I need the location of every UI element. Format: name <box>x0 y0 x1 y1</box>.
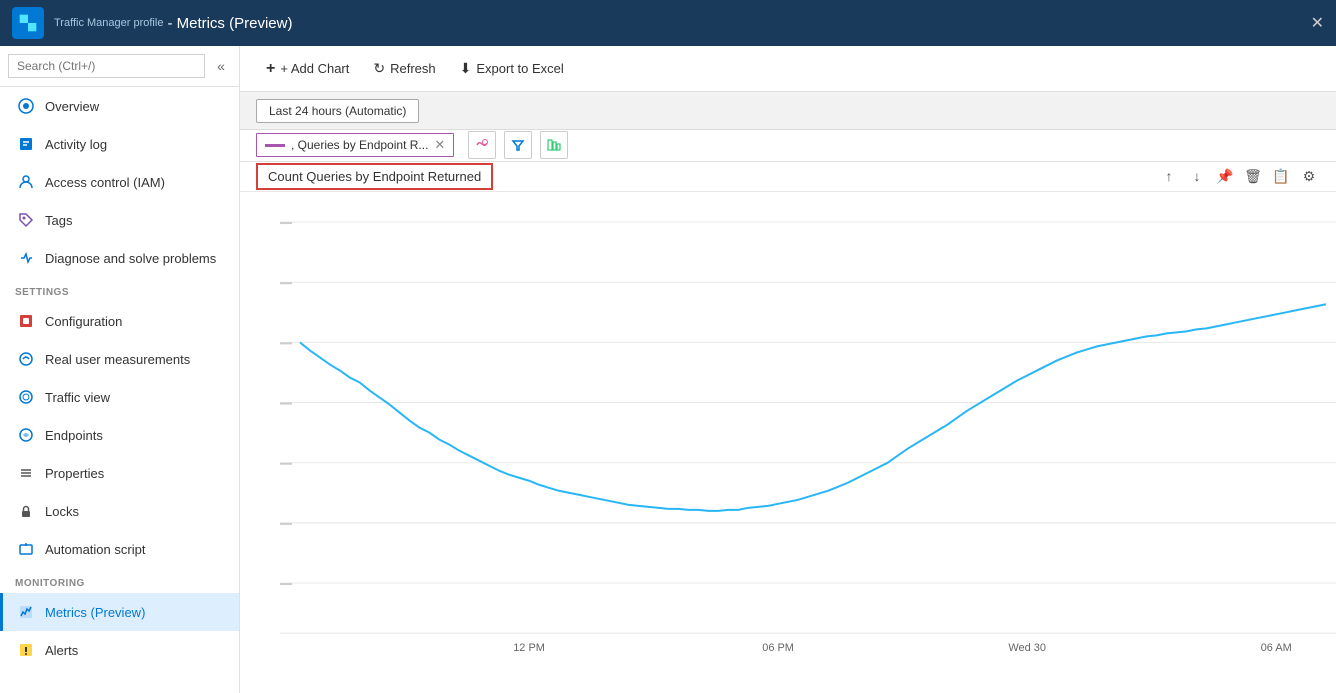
add-metric-button[interactable] <box>468 131 496 159</box>
tags-icon <box>15 209 37 231</box>
sidebar-item-metrics-preview[interactable]: Metrics (Preview) <box>0 593 239 631</box>
chart-title-bar: Count Queries by Endpoint Returned ↑ ↓ 📌… <box>240 162 1336 192</box>
time-range-bar: Last 24 hours (Automatic) <box>240 92 1336 130</box>
add-chart-label: + Add Chart <box>280 61 349 76</box>
metric-color-line <box>265 144 285 147</box>
svg-text:06 AM: 06 AM <box>1261 642 1292 654</box>
time-range-button[interactable]: Last 24 hours (Automatic) <box>256 99 419 123</box>
sidebar-item-automation[interactable]: Automation script <box>0 530 239 568</box>
sidebar-scroll: Overview Activity log Access control (IA… <box>0 87 239 693</box>
refresh-button[interactable]: ↻ Refresh <box>363 54 445 83</box>
sidebar-label-properties: Properties <box>45 466 104 481</box>
chart-area: , Queries by Endpoint R... ✕ Count Queri… <box>240 130 1336 693</box>
export-label: Export to Excel <box>476 61 563 76</box>
chart-title-actions: ↑ ↓ 📌 🗑 📋 ⚙ <box>1158 165 1320 187</box>
export-icon: ⬇ <box>460 60 472 77</box>
metric-tag-label: , Queries by Endpoint R... <box>291 138 428 152</box>
endpoints-icon <box>15 424 37 446</box>
sidebar-item-access-control[interactable]: Access control (IAM) <box>0 163 239 201</box>
rum-icon <box>15 348 37 370</box>
sidebar-label-tags: Tags <box>45 213 72 228</box>
topbar: Traffic Manager profile - Metrics (Previ… <box>0 0 1336 46</box>
svg-text:12 PM: 12 PM <box>513 642 545 654</box>
sidebar-label-configuration: Configuration <box>45 314 122 329</box>
locks-icon <box>15 500 37 522</box>
svg-text:Wed 30: Wed 30 <box>1008 642 1046 654</box>
sidebar-label-locks: Locks <box>45 504 79 519</box>
metric-remove-button[interactable]: ✕ <box>434 137 445 153</box>
toolbar: + + Add Chart ↻ Refresh ⬇ Export to Exce… <box>240 46 1336 92</box>
sidebar-label-rum: Real user measurements <box>45 352 190 367</box>
add-chart-icon: + <box>266 60 275 78</box>
diagnose-icon <box>15 247 37 269</box>
split-button[interactable] <box>540 131 568 159</box>
delete-icon[interactable]: 🗑 <box>1242 165 1264 187</box>
close-button[interactable]: ✕ <box>1311 13 1324 33</box>
pin-icon[interactable]: 📌 <box>1214 165 1236 187</box>
sidebar-item-properties[interactable]: Properties <box>0 454 239 492</box>
settings-section-label: SETTINGS <box>0 277 239 302</box>
activity-log-icon <box>15 133 37 155</box>
sidebar-label-metrics-preview: Metrics (Preview) <box>45 605 145 620</box>
sidebar-item-endpoints[interactable]: Endpoints <box>0 416 239 454</box>
sidebar-item-activity-log[interactable]: Activity log <box>0 125 239 163</box>
export-button[interactable]: ⬇ Export to Excel <box>450 54 574 83</box>
properties-icon <box>15 462 37 484</box>
sidebar-label-overview: Overview <box>45 99 99 114</box>
filter-button[interactable] <box>504 131 532 159</box>
chart-title: Count Queries by Endpoint Returned <box>256 163 493 190</box>
sidebar-item-rum[interactable]: Real user measurements <box>0 340 239 378</box>
chart-svg: 12 PM 06 PM Wed 30 06 AM <box>280 202 1336 663</box>
metric-tag: , Queries by Endpoint R... ✕ <box>256 133 454 157</box>
sidebar-item-diagnose[interactable]: Diagnose and solve problems <box>0 239 239 277</box>
search-input[interactable] <box>8 54 205 78</box>
chart-canvas: 12 PM 06 PM Wed 30 06 AM <box>240 192 1336 693</box>
access-control-icon <box>15 171 37 193</box>
configuration-icon <box>15 310 37 332</box>
sidebar: « Overview Activity log Access contr <box>0 46 240 693</box>
traffic-view-icon <box>15 386 37 408</box>
sidebar-item-traffic-view[interactable]: Traffic view <box>0 378 239 416</box>
sidebar-item-alerts[interactable]: Alerts <box>0 631 239 669</box>
sidebar-label-alerts: Alerts <box>45 643 78 658</box>
overview-icon <box>15 95 37 117</box>
sidebar-item-tags[interactable]: Tags <box>0 201 239 239</box>
main-layout: « Overview Activity log Access contr <box>0 46 1336 693</box>
main-content: + + Add Chart ↻ Refresh ⬇ Export to Exce… <box>240 46 1336 693</box>
alerts-icon <box>15 639 37 661</box>
automation-icon <box>15 538 37 560</box>
sidebar-label-traffic-view: Traffic view <box>45 390 110 405</box>
sort-asc-icon[interactable]: ↑ <box>1158 165 1180 187</box>
azure-logo <box>12 7 44 39</box>
sidebar-item-configuration[interactable]: Configuration <box>0 302 239 340</box>
sort-desc-icon[interactable]: ↓ <box>1186 165 1208 187</box>
sidebar-label-access-control: Access control (IAM) <box>45 175 165 190</box>
add-chart-button[interactable]: + + Add Chart <box>256 54 359 84</box>
monitoring-section-label: MONITORING <box>0 568 239 593</box>
refresh-icon: ↻ <box>373 60 385 77</box>
share-icon[interactable]: 📋 <box>1270 165 1292 187</box>
topbar-title: - Metrics (Preview) <box>167 15 292 32</box>
sidebar-item-locks[interactable]: Locks <box>0 492 239 530</box>
sidebar-label-diagnose: Diagnose and solve problems <box>45 251 216 266</box>
sidebar-item-overview[interactable]: Overview <box>0 87 239 125</box>
sidebar-collapse-button[interactable]: « <box>211 56 231 76</box>
sidebar-search-area: « <box>0 46 239 87</box>
svg-text:06 PM: 06 PM <box>762 642 794 654</box>
metric-selector-bar: , Queries by Endpoint R... ✕ <box>240 130 1336 162</box>
sidebar-label-automation: Automation script <box>45 542 145 557</box>
sidebar-label-endpoints: Endpoints <box>45 428 103 443</box>
sidebar-label-activity-log: Activity log <box>45 137 107 152</box>
metrics-icon <box>15 601 37 623</box>
refresh-label: Refresh <box>390 61 436 76</box>
topbar-subtitle: Traffic Manager profile <box>54 17 163 29</box>
settings-chart-icon[interactable]: ⚙ <box>1298 165 1320 187</box>
